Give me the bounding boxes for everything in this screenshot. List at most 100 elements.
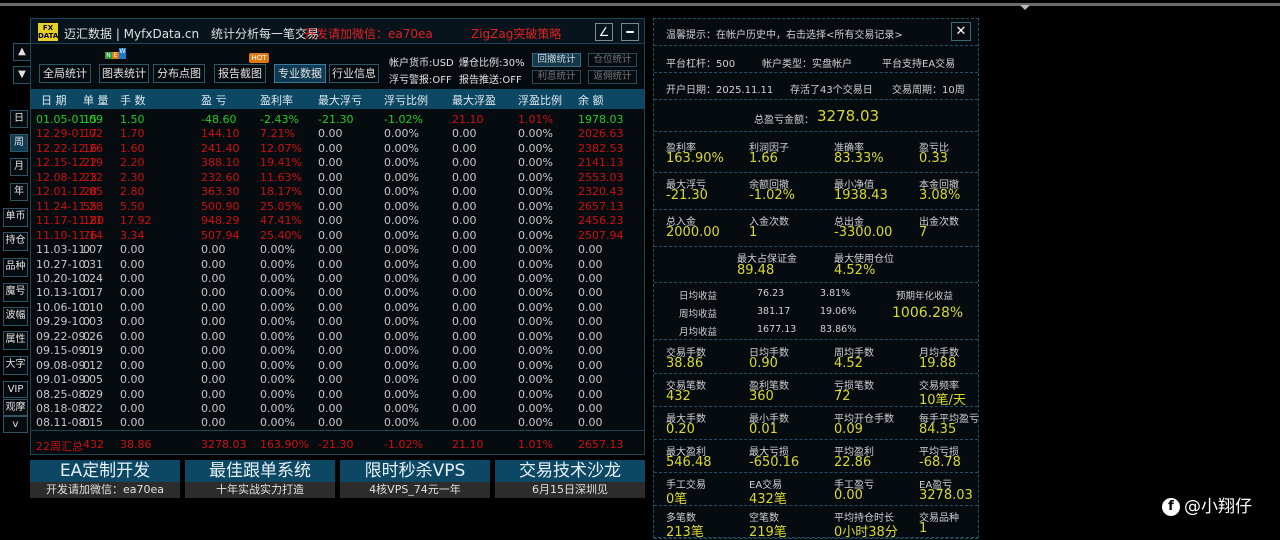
cell-9: 0.00: [578, 300, 603, 314]
cell-5: 0.00: [318, 185, 343, 199]
table-row[interactable]: 10.06-10.10 0 0.00 0.00 0.00% 0.00 0.00% 0.00 0.…: [31, 301, 644, 315]
column-header-2[interactable]: 手 数: [120, 92, 146, 108]
column-header-1[interactable]: 单 量: [83, 92, 109, 108]
stat-button-1[interactable]: 仓位统计: [588, 53, 637, 67]
table-row[interactable]: 09.22-09.26 0 0.00 0.00 0.00% 0.00 0.00% 0.00 0.…: [31, 330, 644, 344]
account-currency: 帐户货币:USD: [389, 58, 454, 69]
avg-label: 日均收益: [679, 291, 718, 302]
toolbar-button-5[interactable]: 行业信息: [329, 64, 379, 83]
cell-5: 0.00: [318, 358, 343, 372]
table-row[interactable]: 12.01-12.05 28 2.80 363.30 18.17% 0.00 0.00% 0.…: [31, 185, 644, 199]
table-row[interactable]: 12.29-01.02 17 1.70 144.10 7.21% 0.00 0.00% 0.0…: [31, 127, 644, 141]
table-row[interactable]: 11.03-11.07 0 0.00 0.00 0.00% 0.00 0.00% 0.00 0.…: [31, 243, 644, 257]
caret-down-icon[interactable]: [1020, 5, 1030, 10]
side-tool-button-2[interactable]: 品种: [3, 258, 28, 277]
banner-title[interactable]: EA定制开发: [30, 460, 180, 482]
side-tool-button-7[interactable]: VIP: [3, 381, 28, 398]
table-row[interactable]: 11.17-11.21 180 17.92 948.29 47.41% 0.00 0.00%…: [31, 214, 644, 228]
table-row[interactable]: 09.29-10.03 0 0.00 0.00 0.00% 0.00 0.00% 0.00 0.…: [31, 315, 644, 329]
table-row[interactable]: 08.11-08.15 0 0.00 0.00 0.00% 0.00 0.00% 0.00 0.…: [31, 416, 644, 430]
cell-8: 0.00%: [518, 300, 553, 314]
banner-title[interactable]: 最佳跟单系统: [185, 460, 335, 482]
column-header-7[interactable]: 最大浮盈: [452, 92, 496, 108]
cell-6: 0.00%: [384, 127, 419, 141]
table-row[interactable]: 08.18-08.22 0 0.00 0.00 0.00% 0.00 0.00% 0.00 0.…: [31, 402, 644, 416]
cell-9: 0.00: [578, 271, 603, 285]
cell-5: 0.00: [318, 228, 343, 242]
cell-6: 0.00%: [384, 185, 419, 199]
banner-0[interactable]: EA定制开发 开发请加微信：ea70ea: [30, 460, 180, 498]
summary-cell-2: 38.86: [120, 438, 152, 451]
scroll-up-button[interactable]: ▲: [13, 43, 31, 61]
cell-7: 0.00: [452, 243, 477, 257]
edit-button[interactable]: ∠: [595, 23, 613, 41]
column-header-4[interactable]: 盈利率: [260, 92, 293, 108]
cell-6: 0.00%: [384, 315, 419, 329]
stat-button-0[interactable]: 回撤统计: [532, 53, 581, 67]
period-button-3[interactable]: 年: [10, 183, 28, 201]
table-row[interactable]: 09.15-09.19 0 0.00 0.00 0.00% 0.00 0.00% 0.00 0.…: [31, 344, 644, 358]
toolbar-button-0[interactable]: 全局统计: [39, 64, 91, 83]
column-header-6[interactable]: 浮亏比例: [384, 92, 428, 108]
cell-1: 55: [83, 199, 97, 213]
side-tool-button-8[interactable]: 观摩: [3, 399, 28, 416]
cell-1: 0: [83, 387, 90, 401]
column-header-5[interactable]: 最大浮亏: [318, 92, 362, 108]
side-tool-button-6[interactable]: 大字: [3, 356, 28, 375]
cell-7: 0.00: [452, 416, 477, 430]
banner-3[interactable]: 交易技术沙龙 6月15日深圳见: [495, 460, 645, 498]
side-tool-button-1[interactable]: 持仓: [3, 232, 28, 251]
table-row[interactable]: 09.01-09.05 0 0.00 0.00 0.00% 0.00 0.00% 0.00 0.…: [31, 373, 644, 387]
column-header-8[interactable]: 浮盈比例: [518, 92, 562, 108]
report-push[interactable]: 报告推送:OFF: [459, 71, 522, 86]
column-header-9[interactable]: 余 额: [578, 92, 604, 108]
table-row[interactable]: 10.27-10.31 0 0.00 0.00 0.00% 0.00 0.00% 0.00 0.…: [31, 258, 644, 272]
column-header-0[interactable]: 日 期: [41, 92, 67, 108]
toolbar-button-2[interactable]: 分布点图: [153, 64, 205, 83]
banner-2[interactable]: 限时秒杀VPS 4核VPS_74元一年: [340, 460, 490, 498]
cell-0: 09.15-09.19: [36, 344, 103, 358]
column-header-3[interactable]: 盈 亏: [201, 92, 227, 108]
side-tool-button-9[interactable]: v: [3, 416, 28, 433]
table-row[interactable]: 08.25-08.29 0 0.00 0.00 0.00% 0.00 0.00% 0.00 0.…: [31, 388, 644, 402]
table-row[interactable]: 10.13-10.17 0 0.00 0.00 0.00% 0.00 0.00% 0.00 0.…: [31, 286, 644, 300]
cell-2: 0.00: [120, 300, 145, 314]
annual-value: 1006.28%: [892, 305, 964, 321]
side-tool-button-5[interactable]: 属性: [3, 331, 28, 350]
cell-0: 09.08-09.12: [36, 358, 103, 372]
period-button-2[interactable]: 月: [10, 158, 28, 176]
cell-8: 0.00%: [518, 228, 553, 242]
cell-6: 0.00%: [384, 300, 419, 314]
table-row[interactable]: 11.10-11.14 76 3.34 507.94 25.40% 0.00 0.00% 0.…: [31, 229, 644, 243]
table-row[interactable]: 10.20-10.24 0 0.00 0.00 0.00% 0.00 0.00% 0.00 0.…: [31, 272, 644, 286]
toolbar-button-1[interactable]: 图表统计: [99, 64, 149, 83]
side-tool-button-4[interactable]: 波幅: [3, 307, 28, 326]
stat-button-2[interactable]: 利息统计: [532, 70, 581, 84]
banner-title[interactable]: 交易技术沙龙: [495, 460, 645, 482]
toolbar-button-4[interactable]: 专业数据: [274, 64, 326, 83]
minimize-button[interactable]: ━: [621, 23, 639, 41]
side-tool-button-3[interactable]: 魔号: [3, 283, 28, 302]
table-row[interactable]: 12.15-12.19 22 2.20 388.10 19.41% 0.00 0.00% 0.…: [31, 156, 644, 170]
cell-1: 0: [83, 300, 90, 314]
float-alert[interactable]: 浮亏警报:OFF: [389, 71, 452, 86]
stat-value: -21.30: [666, 188, 708, 203]
side-tool-button-0[interactable]: 单币: [3, 208, 28, 227]
banner-1[interactable]: 最佳跟单系统 十年实战实力打造: [185, 460, 335, 498]
cell-6: 0.00%: [384, 156, 419, 170]
table-row[interactable]: 12.08-12.12 23 2.30 232.60 11.63% 0.00 0.00% 0.…: [31, 171, 644, 185]
table-row[interactable]: 12.22-12.26 16 1.60 241.40 12.07% 0.00 0.00% 0.…: [31, 142, 644, 156]
toolbar-button-3[interactable]: 报告截图: [214, 64, 266, 83]
close-button[interactable]: ✕: [951, 22, 971, 41]
stat-button-3[interactable]: 返佣统计: [588, 70, 637, 84]
scroll-down-button[interactable]: ▼: [13, 66, 31, 84]
period-button-0[interactable]: 日: [10, 110, 28, 128]
table-row[interactable]: 09.08-09.12 0 0.00 0.00 0.00% 0.00 0.00% 0.00 0.…: [31, 359, 644, 373]
table-row[interactable]: 01.05-01.09 15 1.50 -48.60 -2.43% -21.30 -1.02…: [31, 113, 644, 127]
stat-value: 19.88: [919, 356, 957, 371]
banner-title[interactable]: 限时秒杀VPS: [340, 460, 490, 482]
period-button-1[interactable]: 周: [10, 134, 28, 152]
cell-0: 10.27-10.31: [36, 257, 103, 271]
cell-9: 0.00: [578, 358, 603, 372]
table-row[interactable]: 11.24-11.28 55 5.50 500.90 25.05% 0.00 0.00% 0.…: [31, 200, 644, 214]
